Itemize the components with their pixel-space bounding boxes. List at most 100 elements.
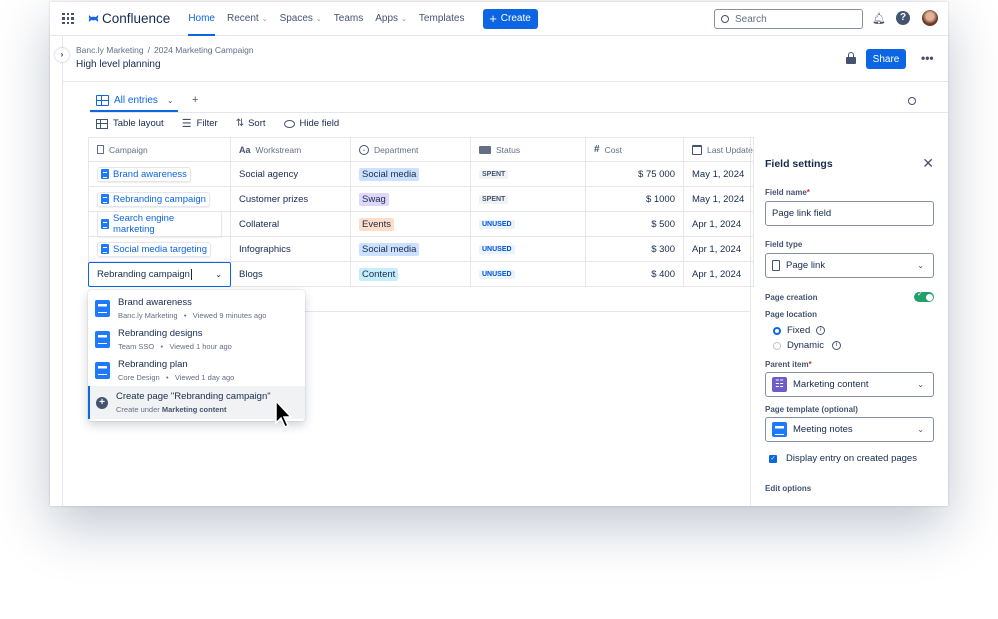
radio-dynamic[interactable]: Dynamic i [773,340,934,351]
nav-label: Spaces [279,13,313,24]
tab-all-entries[interactable]: All entries ⌄ [90,90,178,112]
help-icon[interactable]: ? [896,11,910,25]
avatar[interactable] [922,10,938,26]
create-button[interactable]: + Create [482,8,538,29]
nav-recent[interactable]: Recent ⌄ [227,2,268,36]
page-link[interactable]: Search engine marketing [97,211,222,237]
breadcrumb-item[interactable]: Banc.ly Marketing [76,45,144,55]
table-cell[interactable]: Content [351,262,471,287]
page-template-select[interactable]: Meeting notes ⌄ [765,417,934,442]
last-updated-value: Apr 1, 2024 [692,243,742,255]
chevron-down-icon: ⌄ [215,270,222,279]
edit-options-label[interactable]: Edit options [765,484,934,493]
table-cell[interactable]: Brand awareness [88,162,231,187]
table-cell[interactable]: SPENT [471,187,586,212]
checkbox-label: Display entry on created pages [786,453,917,464]
page-link[interactable]: Social media targeting [97,241,211,257]
dropdown-item[interactable]: Brand awareness Banc.ly Marketing • Viewe… [88,293,305,324]
table-cell[interactable]: May 1, 2024 [684,162,754,187]
table-cell[interactable]: Events [351,212,471,237]
display-entry-checkbox[interactable]: ✓ Display entry on created pages [769,453,934,464]
sort-icon: ⇅ [235,118,245,129]
toolbar-label: Hide field [299,118,340,129]
info-icon[interactable]: i [831,341,841,350]
close-icon[interactable]: ✕ [922,155,934,172]
search-input[interactable]: Search [714,9,863,29]
parent-item-select[interactable]: ☷ Marketing content ⌄ [765,372,934,397]
department-lozenge: Social media [359,167,420,181]
table-cell[interactable]: $ 1000 [586,187,684,212]
column-header-status[interactable]: Status [471,137,586,162]
table-cell[interactable]: Social media [351,237,471,262]
sort-button[interactable]: ⇅ Sort [236,118,266,129]
page-link-label: Rebranding campaign [113,193,206,205]
campaign-edit-input[interactable]: Rebranding campaign ⌄ [88,262,231,287]
share-button[interactable]: Share [866,49,906,69]
table-cell[interactable]: $ 300 [586,237,684,262]
search-view-icon[interactable] [908,97,916,105]
column-header-department[interactable]: ⌄ Department [351,137,471,162]
field-type-select[interactable]: Page link ⌄ [765,253,934,278]
table-cell[interactable]: UNUSED [471,237,586,262]
table-cell[interactable]: $ 75 000 [586,162,684,187]
add-view-button[interactable]: + [192,94,198,106]
table-cell[interactable]: $ 400 [586,262,684,287]
hide-field-button[interactable]: Hide field [283,118,340,129]
field-name-label: Field name* [765,188,810,197]
nav-teams[interactable]: Teams [334,2,363,36]
create-page-option[interactable]: + Create page "Rebranding campaign" Creat… [88,386,305,419]
toolbar: Table layout ☰ Filter ⇅ Sort Hide field [96,117,339,130]
table-cell[interactable]: SPENT [471,162,586,187]
table-cell[interactable]: Customer prizes [231,187,351,212]
table-cell[interactable]: Swag [351,187,471,212]
table-cell[interactable]: Collateral [231,212,351,237]
column-label: Cost [604,144,623,155]
table-cell[interactable]: Blogs [231,262,351,287]
table-cell[interactable]: Social media [351,162,471,187]
table-layout-button[interactable]: Table layout [96,118,164,129]
dropdown-item[interactable]: Rebranding plan Core Design • Viewed 1 da… [88,355,305,386]
page-icon [101,169,109,179]
column-header-workstream[interactable]: Aa Workstream [231,137,351,162]
table-cell[interactable]: Apr 1, 2024 [684,262,754,287]
table-view-icon [96,94,109,106]
lock-icon[interactable] [846,52,856,64]
search-icon [721,15,729,23]
confluence-logo[interactable]: Confluence [88,11,170,26]
info-icon[interactable]: i [816,326,826,335]
table-cell[interactable]: May 1, 2024 [684,187,754,212]
table-icon [96,118,108,129]
nav-home[interactable]: Home [188,2,215,36]
notifications-icon[interactable]: 🔔︎ [872,12,886,25]
column-header-cost[interactable]: # Cost [586,137,684,162]
nav-spaces[interactable]: Spaces ⌄ [280,2,322,36]
radio-fixed[interactable]: Fixed i [773,325,934,336]
column-header-campaign[interactable]: Campaign [88,137,231,162]
table-cell[interactable]: Search engine marketing [88,211,231,237]
table-cell[interactable]: Social agency [231,162,351,187]
field-name-input[interactable]: Page link field [765,201,934,226]
table-cell[interactable]: Apr 1, 2024 [684,237,754,262]
table-cell[interactable]: UNUSED [471,262,586,287]
table-cell[interactable]: $ 500 [586,212,684,237]
table-cell[interactable]: Social media targeting [88,237,231,262]
more-options-icon[interactable]: ••• [921,51,934,65]
dropdown-item[interactable]: Rebranding designs Team SSO • Viewed 1 ho… [88,324,305,355]
app-switcher-icon[interactable] [62,12,74,25]
breadcrumb-item[interactable]: 2024 Marketing Campaign [154,45,254,55]
table-cell[interactable]: Rebranding campaign [88,187,231,212]
expand-sidebar-button[interactable]: › [55,48,69,62]
status-badge: UNUSED [479,219,515,229]
cost-value: $ 300 [651,243,675,255]
column-header-last-updated[interactable]: Last Update [684,137,754,162]
table-cell[interactable]: Apr 1, 2024 [684,212,754,237]
page-link[interactable]: Rebranding campaign [97,191,210,207]
page-creation-toggle[interactable]: ✓ [914,291,934,302]
nav-templates[interactable]: Templates [419,2,465,36]
table-cell[interactable]: Infographics [231,237,351,262]
workstream-value: Social agency [239,168,299,180]
filter-button[interactable]: ☰ Filter [182,117,218,130]
page-link[interactable]: Brand awareness [97,166,191,182]
nav-apps[interactable]: Apps ⌄ [375,2,407,36]
table-cell[interactable]: UNUSED [471,212,586,237]
